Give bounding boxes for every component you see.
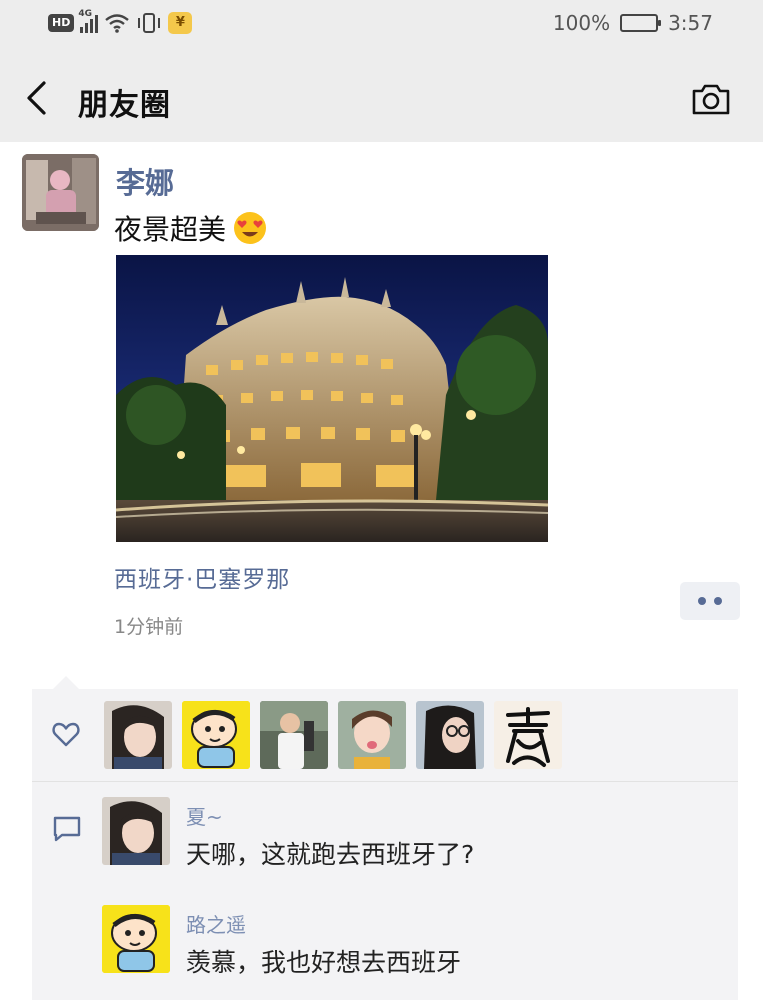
likes-row [32, 689, 738, 782]
post-username[interactable]: 李娜 [116, 160, 174, 202]
dot-icon [714, 597, 722, 605]
post-caption: 夜景超美 [114, 213, 227, 246]
camera-icon[interactable] [691, 82, 731, 116]
interaction-pointer [52, 676, 80, 690]
interaction-box: 夏~ 天哪，这就跑去西班牙了? 路之遥 羡慕，我也好想去西班牙 [32, 689, 738, 1000]
status-left: HD 4G ¥ [48, 9, 193, 34]
post-timestamp: 1分钟前 [114, 616, 184, 638]
battery-icon [620, 14, 662, 32]
nav-bar: 朋友圈 [0, 50, 763, 142]
commenter-name[interactable]: 路之遥 [186, 909, 246, 938]
comment-text: 羡慕，我也好想去西班牙 [186, 948, 462, 977]
battery-percent: 100% [552, 11, 611, 35]
liker-avatar[interactable] [338, 701, 406, 769]
payment-icon: ¥ [168, 12, 193, 34]
more-actions-button[interactable] [680, 582, 740, 620]
wifi-icon [105, 14, 130, 33]
chevron-left-icon[interactable] [22, 80, 52, 116]
like-avatars [104, 701, 562, 769]
dot-icon [698, 597, 706, 605]
post-location[interactable]: 西班牙·巴塞罗那 [114, 560, 290, 594]
commenter-avatar[interactable] [102, 905, 170, 973]
comment-item[interactable]: 路之遥 羡慕，我也好想去西班牙 [102, 891, 722, 991]
liker-avatar[interactable] [182, 701, 250, 769]
heart-eyes-emoji-icon [234, 212, 267, 244]
comment-item[interactable]: 夏~ 天哪，这就跑去西班牙了? [102, 783, 722, 883]
liker-avatar[interactable] [494, 701, 562, 769]
liker-avatar[interactable] [260, 701, 328, 769]
comment-icon [53, 816, 81, 842]
post-text: 夜景超美 [114, 208, 268, 248]
signal-icon: 4G [78, 9, 99, 33]
post-photo[interactable] [116, 255, 548, 542]
moment-post: 李娜 夜景超美 西班牙·巴塞罗那 1分钟前 夏~ 天哪，这就跑去西班牙了? 路之… [0, 142, 763, 1000]
commenter-avatar[interactable] [102, 797, 170, 865]
comment-text: 天哪，这就跑去西班牙了? [186, 840, 475, 869]
status-bar: HD 4G ¥ 100% 3:57 [0, 0, 763, 50]
avatar[interactable] [22, 154, 99, 231]
heart-icon [52, 722, 80, 747]
network-type: 4G [78, 9, 92, 19]
clock: 3:57 [668, 11, 713, 35]
status-right: 100% 3:57 [553, 11, 713, 35]
commenter-name[interactable]: 夏~ [186, 801, 223, 830]
page-title: 朋友圈 [78, 88, 171, 123]
hd-badge: HD [48, 14, 75, 32]
vibrate-icon [138, 13, 161, 33]
liker-avatar[interactable] [104, 701, 172, 769]
liker-avatar[interactable] [416, 701, 484, 769]
comments-section: 夏~ 天哪，这就跑去西班牙了? 路之遥 羡慕，我也好想去西班牙 [32, 783, 738, 1000]
